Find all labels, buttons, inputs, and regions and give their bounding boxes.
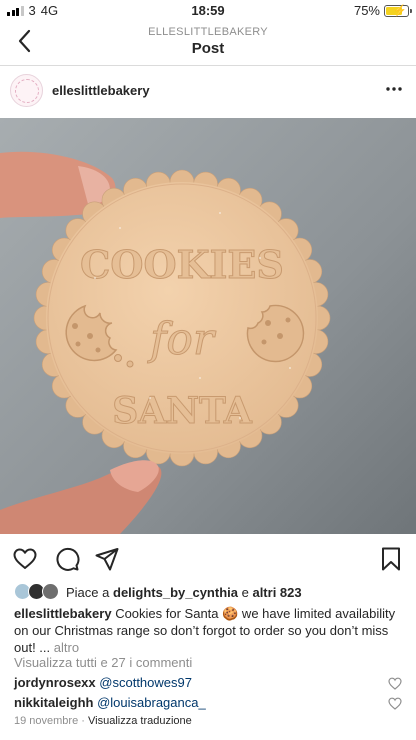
likes-count[interactable]: altri 823 bbox=[252, 585, 301, 600]
status-bar: 3 4G 18:59 75% ⚡ bbox=[0, 0, 416, 20]
comment-icon[interactable] bbox=[54, 546, 80, 572]
account-name-header: ELLESLITTLEBAKERY bbox=[148, 26, 268, 38]
footer-separator: · bbox=[81, 715, 85, 727]
caption-more-link[interactable]: altro bbox=[54, 640, 79, 655]
battery-percent: 75% bbox=[353, 3, 380, 18]
action-bar bbox=[0, 534, 416, 580]
post-image[interactable]: COOKIES for SANTA bbox=[0, 118, 416, 534]
cookie-text-line3: SANTA bbox=[112, 390, 253, 432]
share-icon[interactable] bbox=[94, 546, 120, 572]
comment-mention[interactable]: @scotthowes97 bbox=[99, 675, 192, 690]
liker-avatar bbox=[42, 583, 59, 600]
cookie-text-line1: COOKIES bbox=[80, 242, 284, 287]
post-username[interactable]: elleslittlebakery bbox=[52, 83, 150, 98]
comment-like-heart-icon[interactable] bbox=[388, 677, 402, 690]
nav-header: ELLESLITTLEBAKERY Post bbox=[0, 20, 416, 66]
avatar[interactable] bbox=[10, 74, 43, 107]
comment-row: jordynrosexx @scotthowes97 bbox=[14, 675, 404, 693]
post-date: 19 novembre bbox=[14, 715, 79, 727]
charging-bolt-icon: ⚡ bbox=[393, 4, 407, 17]
more-options-icon[interactable] bbox=[384, 79, 404, 99]
comment-username[interactable]: nikkitaleighh bbox=[14, 695, 93, 710]
caption-author[interactable]: elleslittlebakery bbox=[14, 606, 112, 621]
likes-joiner: e bbox=[241, 584, 249, 600]
caption: elleslittlebakery Cookies for Santa 🍪 we… bbox=[14, 605, 404, 656]
translate-link[interactable]: Visualizza traduzione bbox=[88, 715, 192, 727]
heart-icon[interactable] bbox=[12, 546, 38, 572]
bookmark-icon[interactable] bbox=[378, 546, 404, 572]
page-title: Post bbox=[191, 40, 225, 57]
cookie-text-line2: for bbox=[147, 314, 217, 365]
liker-username[interactable]: delights_by_cynthia bbox=[113, 585, 238, 600]
comment-like-heart-icon[interactable] bbox=[388, 697, 402, 710]
post-header: elleslittlebakery bbox=[0, 66, 416, 118]
comment-mention[interactable]: @louisabraganca_ bbox=[97, 695, 206, 710]
likes-prefix: Piace a bbox=[66, 584, 110, 600]
view-all-comments-link[interactable]: Visualizza tutti e 27 i commenti bbox=[14, 655, 192, 670]
likes-line[interactable]: Piace a delights_by_cynthia e altri 823 bbox=[14, 583, 402, 601]
status-right: 75% ⚡ bbox=[353, 3, 412, 18]
post-footer: 19 novembre · Visualizza traduzione bbox=[14, 715, 192, 727]
liker-avatars bbox=[14, 583, 62, 601]
battery-icon: ⚡ bbox=[384, 4, 412, 17]
comment-username[interactable]: jordynrosexx bbox=[14, 675, 96, 690]
cookie-photo: COOKIES for SANTA bbox=[0, 118, 416, 534]
comment-row: nikkitaleighh @louisabraganca_ bbox=[14, 695, 404, 713]
